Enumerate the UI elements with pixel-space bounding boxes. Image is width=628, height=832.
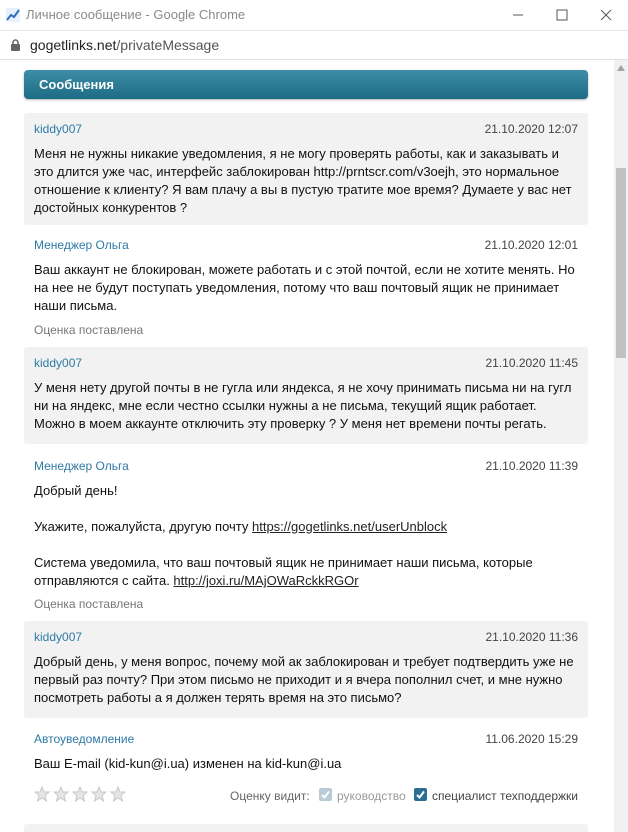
message-item: kiddy007 21.10.2020 11:36 Добрый день, у…	[24, 621, 588, 718]
message-author[interactable]: kiddy007	[34, 122, 82, 136]
message-item: Менеджер Ольга 21.10.2020 11:39 Добрый д…	[24, 450, 588, 616]
minimize-icon	[513, 14, 523, 16]
message-paragraph: Укажите, пожалуйста, другую почту https:…	[34, 518, 578, 536]
rating-visibility-label: Оценку видит:	[230, 789, 310, 803]
rating-status: Оценка поставлена	[34, 323, 144, 337]
window-titlebar: Личное сообщение - Google Chrome	[0, 0, 628, 31]
message-author[interactable]: Автоуведомление	[34, 732, 134, 746]
message-item: kiddy007 21.10.2020 11:45 У меня нету др…	[24, 347, 588, 444]
message-text: Добрый день! Укажите, пожалуйста, другую…	[34, 482, 578, 590]
star-icon[interactable]	[110, 786, 126, 802]
url-host: gogetlinks.net	[30, 37, 117, 53]
checkmark-icon	[321, 790, 330, 800]
address-bar[interactable]: gogetlinks.net/privateMessage	[0, 31, 628, 60]
page-content: Сообщения kiddy007 21.10.2020 12:07 Меня…	[0, 60, 614, 832]
window-title: Личное сообщение - Google Chrome	[26, 7, 246, 22]
message-item: kiddy007 21.10.2020 12:07 Меня не нужны …	[24, 113, 588, 225]
message-author[interactable]: Менеджер Ольга	[34, 459, 129, 473]
star-icon[interactable]	[34, 786, 50, 802]
message-text: Ваш E-mail (kid-kun@i.ua) изменен на kid…	[34, 756, 342, 771]
url-text[interactable]: gogetlinks.net/privateMessage	[30, 37, 219, 53]
message-date: 11.06.2020 15:29	[485, 732, 578, 746]
paragraph-text: Укажите, пожалуйста, другую почту	[34, 519, 252, 534]
message-item: Автоуведомление 11.06.2020 15:29 Ваш E-m…	[24, 723, 588, 819]
message-item	[24, 824, 588, 832]
minimize-button[interactable]	[496, 0, 540, 30]
message-author[interactable]: kiddy007	[34, 630, 82, 644]
unblock-link[interactable]: https://gogetlinks.net/userUnblock	[252, 519, 447, 534]
message-date: 21.10.2020 12:01	[484, 238, 578, 252]
support-checkbox-label: специалист техподдержки	[432, 789, 578, 803]
rating-stars	[34, 786, 129, 807]
scrollbar[interactable]	[614, 60, 628, 832]
messages-title: Сообщения	[39, 77, 114, 92]
message-date: 21.10.2020 12:07	[484, 122, 578, 136]
management-checkbox[interactable]	[319, 788, 332, 801]
checkmark-icon	[416, 790, 425, 800]
star-icon[interactable]	[72, 786, 88, 802]
message-text: Ваш аккаунт не блокирован, можете работа…	[34, 262, 575, 313]
scroll-up-icon[interactable]	[617, 65, 625, 71]
message-author[interactable]: kiddy007	[34, 356, 82, 370]
message-date: 21.10.2020 11:36	[485, 630, 578, 644]
message-paragraph: Система уведомила, что ваш почтовый ящик…	[34, 554, 578, 590]
lock-icon	[11, 39, 20, 51]
message-text: Меня не нужны никакие уведомления, я не …	[34, 146, 572, 215]
management-checkbox-label: руководство	[337, 789, 406, 803]
close-button[interactable]	[584, 0, 628, 30]
message-date: 21.10.2020 11:45	[485, 356, 578, 370]
screenshot-link[interactable]: http://joxi.ru/MAjOWaRckkRGOr	[173, 573, 358, 588]
message-text: У меня нету другой почты в не гугла или …	[34, 380, 572, 431]
close-icon	[600, 9, 612, 21]
message-greeting: Добрый день!	[34, 483, 118, 498]
app-icon	[6, 8, 20, 22]
message-text: Добрый день, у меня вопрос, почему мой а…	[34, 654, 574, 705]
maximize-button[interactable]	[540, 0, 584, 30]
url-path: /privateMessage	[116, 37, 220, 53]
star-icon[interactable]	[91, 786, 107, 802]
message-date: 21.10.2020 11:39	[485, 459, 578, 473]
message-author[interactable]: Менеджер Ольга	[34, 238, 129, 252]
rating-status: Оценка поставлена	[34, 597, 144, 611]
scrollbar-thumb[interactable]	[616, 168, 626, 358]
maximize-icon	[556, 9, 568, 21]
star-icon[interactable]	[53, 786, 69, 802]
support-checkbox[interactable]	[414, 788, 427, 801]
message-item: Менеджер Ольга 21.10.2020 12:01 Ваш акка…	[24, 229, 588, 341]
messages-header: Сообщения	[24, 70, 588, 99]
